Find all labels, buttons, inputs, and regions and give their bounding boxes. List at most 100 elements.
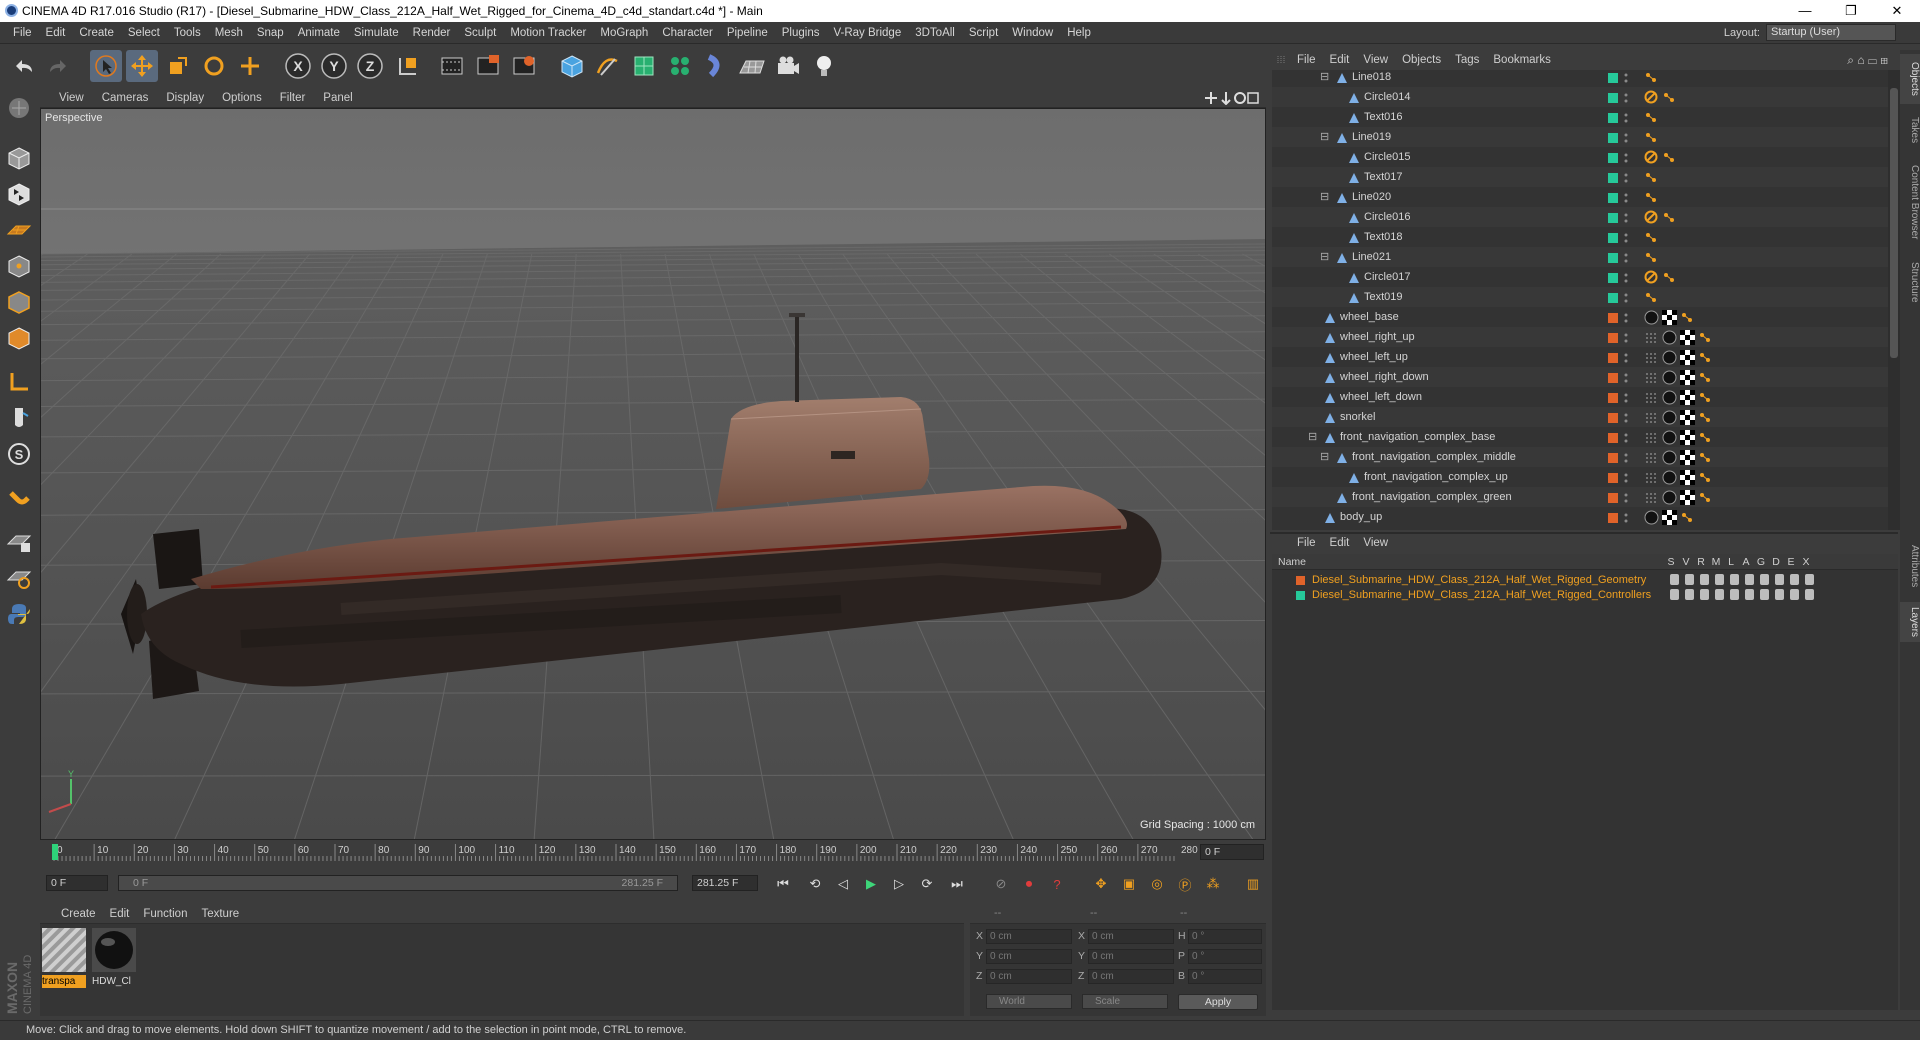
menu-3dtoall[interactable]: 3DToAll [908, 27, 962, 39]
om-search-home-icons[interactable]: ⌕ ⌂ ▭ ⊞ [1847, 53, 1888, 68]
layer-row[interactable]: Diesel_Submarine_HDW_Class_212A_Half_Wet… [1272, 573, 1898, 588]
key-position-icon[interactable]: ✥ [1090, 873, 1112, 895]
object-tags[interactable] [1644, 209, 1677, 225]
layer-color-swatch[interactable] [1608, 333, 1618, 343]
visibility-dots[interactable] [1624, 391, 1628, 403]
visibility-dots[interactable] [1624, 491, 1628, 503]
object-name[interactable]: wheel_base [1340, 307, 1399, 327]
menu-character[interactable]: Character [655, 27, 720, 39]
rotate-icon[interactable] [198, 50, 230, 82]
lock-workplane-icon[interactable] [3, 526, 35, 558]
python-icon[interactable] [3, 598, 35, 630]
layer-color-swatch[interactable] [1296, 591, 1305, 600]
material-menu-edit[interactable]: Edit [103, 908, 137, 920]
collapse-toggle-icon[interactable]: ⊟ [1320, 447, 1329, 467]
layer-color-swatch[interactable] [1608, 413, 1618, 423]
visibility-dots[interactable] [1624, 71, 1628, 83]
object-name[interactable]: Line018 [1352, 70, 1391, 87]
object-row[interactable]: Circle017 [1272, 267, 1888, 287]
minimize-button[interactable]: — [1782, 0, 1828, 22]
layer-flags[interactable] [1670, 574, 1814, 585]
position-z-field[interactable]: 0 cm [986, 969, 1072, 984]
render-picture-viewer-icon[interactable] [472, 50, 504, 82]
om-menu-tags[interactable]: Tags [1448, 54, 1486, 66]
y-axis-icon[interactable]: Y [318, 50, 350, 82]
object-name[interactable]: snorkel [1340, 407, 1375, 427]
object-tags[interactable] [1644, 489, 1713, 505]
object-name[interactable]: Circle014 [1364, 87, 1410, 107]
object-name[interactable]: Text019 [1364, 287, 1403, 307]
object-name[interactable]: Line021 [1352, 247, 1391, 267]
menu-render[interactable]: Render [406, 27, 458, 39]
camera-icon[interactable] [772, 50, 804, 82]
timeline-ruler[interactable]: 0 10 20 30 40 50 60 70 80 90 100 110 120 130 140 150 160… [40, 842, 1266, 862]
viewport-menu-cameras[interactable]: Cameras [93, 92, 158, 104]
object-name[interactable]: Text016 [1364, 107, 1403, 127]
object-row[interactable]: ⊟ Line019 [1272, 127, 1888, 147]
cube-primitive-icon[interactable] [556, 50, 588, 82]
layer-color-swatch[interactable] [1608, 213, 1618, 223]
layer-color-swatch[interactable] [1608, 393, 1618, 403]
layer-color-swatch[interactable] [1608, 253, 1618, 263]
menu-mograph[interactable]: MoGraph [593, 27, 655, 39]
object-tags[interactable] [1644, 469, 1713, 485]
planar-workplane-icon[interactable] [3, 562, 35, 594]
layer-color-swatch[interactable] [1608, 73, 1618, 83]
object-name[interactable]: wheel_right_down [1340, 367, 1429, 387]
object-name[interactable]: wheel_right_up [1340, 327, 1415, 347]
size-z-field[interactable]: 0 cm [1088, 969, 1174, 984]
menu-snap[interactable]: Snap [250, 27, 291, 39]
polygons-mode-icon[interactable] [3, 322, 35, 354]
object-tags[interactable] [1644, 189, 1659, 205]
menu-simulate[interactable]: Simulate [347, 27, 406, 39]
visibility-dots[interactable] [1624, 431, 1628, 443]
object-tags[interactable] [1644, 169, 1659, 185]
menu-script[interactable]: Script [962, 27, 1005, 39]
tab-takes[interactable]: Takes [1900, 110, 1920, 150]
layer-color-swatch[interactable] [1608, 473, 1618, 483]
object-name[interactable]: Line019 [1352, 127, 1391, 147]
size-x-field[interactable]: 0 cm [1088, 929, 1174, 944]
visibility-dots[interactable] [1624, 411, 1628, 423]
object-tags[interactable] [1644, 349, 1713, 365]
visibility-dots[interactable] [1624, 251, 1628, 263]
object-row[interactable]: ⊟ Line021 [1272, 247, 1888, 267]
size-y-field[interactable]: 0 cm [1088, 949, 1174, 964]
visibility-dots[interactable] [1624, 331, 1628, 343]
object-name[interactable]: Line020 [1352, 187, 1391, 207]
layer-color-swatch[interactable] [1608, 173, 1618, 183]
lm-menu-edit[interactable]: Edit [1323, 537, 1357, 549]
object-row[interactable]: Text016 [1272, 107, 1888, 127]
object-row[interactable]: snorkel [1272, 407, 1888, 427]
make-editable-icon[interactable] [3, 92, 35, 124]
tab-content-browser[interactable]: Content Browser [1900, 156, 1920, 248]
layer-color-swatch[interactable] [1608, 293, 1618, 303]
layer-color-swatch[interactable] [1608, 513, 1618, 523]
edit-render-settings-icon[interactable] [508, 50, 540, 82]
collapse-toggle-icon[interactable]: ⊟ [1308, 427, 1317, 447]
object-tags[interactable] [1644, 449, 1713, 465]
collapse-toggle-icon[interactable]: ⊟ [1320, 70, 1329, 87]
cloner-icon[interactable] [664, 50, 696, 82]
snap-icon[interactable]: S [3, 438, 35, 470]
live-selection-icon[interactable] [90, 50, 122, 82]
layer-color-swatch[interactable] [1608, 233, 1618, 243]
visibility-dots[interactable] [1624, 111, 1628, 123]
rotation-b-field[interactable]: 0 ° [1188, 969, 1262, 984]
position-y-field[interactable]: 0 cm [986, 949, 1072, 964]
previous-key-icon[interactable]: ⟲ [804, 873, 826, 895]
preview-range-slider[interactable]: 0 F 281.25 F [118, 875, 678, 891]
object-row[interactable]: wheel_left_up [1272, 347, 1888, 367]
light-icon[interactable] [808, 50, 840, 82]
viewport-menu-filter[interactable]: Filter [271, 92, 315, 104]
workplane-icon[interactable] [3, 214, 35, 246]
visibility-dots[interactable] [1624, 311, 1628, 323]
object-row[interactable]: Circle015 [1272, 147, 1888, 167]
object-row[interactable]: Text019 [1272, 287, 1888, 307]
tab-layers[interactable]: Layers [1900, 602, 1920, 642]
object-name[interactable]: front_navigation_complex_base [1340, 427, 1495, 447]
object-list-scrollbar[interactable] [1888, 70, 1900, 530]
layer-color-swatch[interactable] [1608, 453, 1618, 463]
menu-help[interactable]: Help [1060, 27, 1098, 39]
layer-color-swatch[interactable] [1608, 313, 1618, 323]
